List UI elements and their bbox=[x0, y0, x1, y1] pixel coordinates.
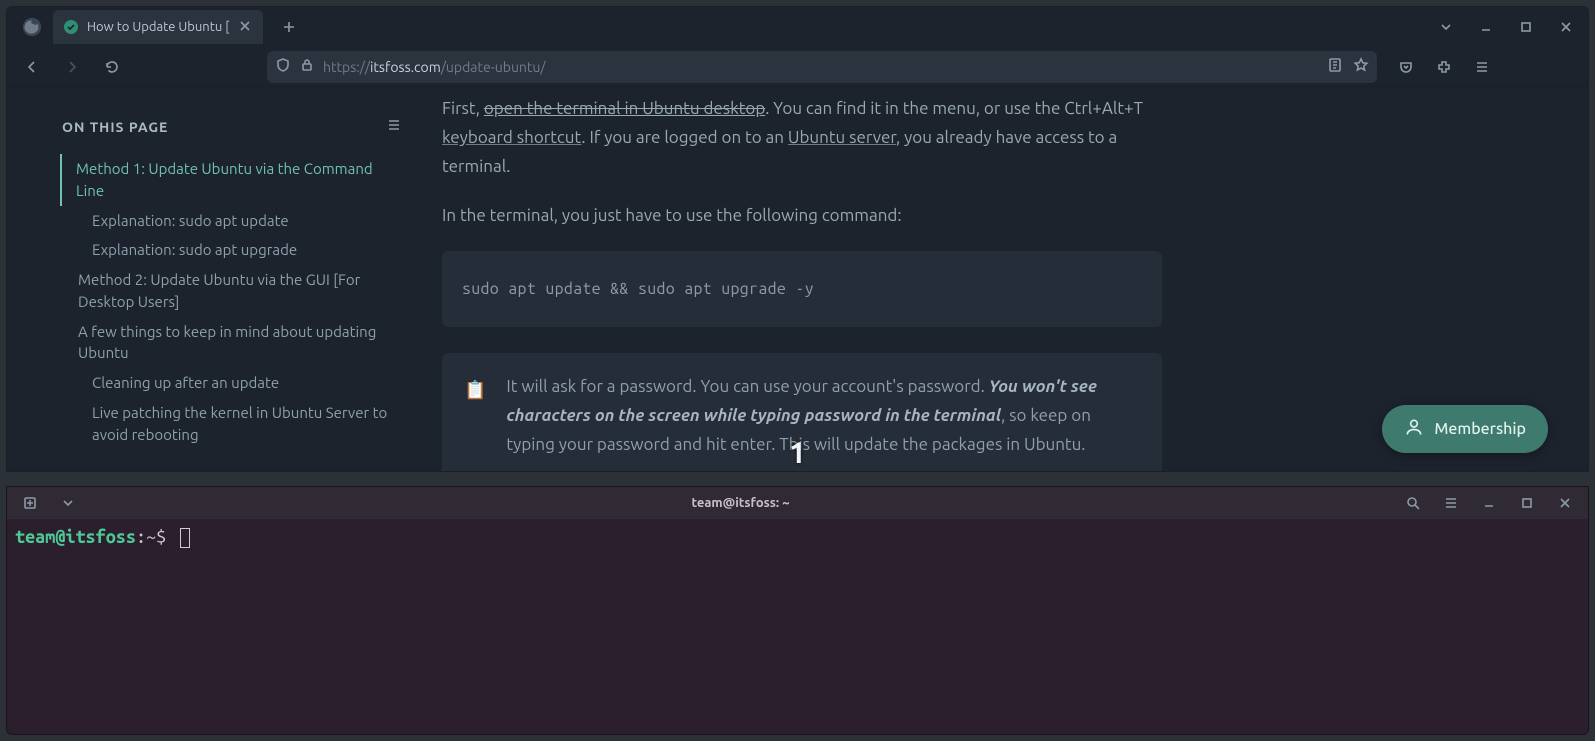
window-close-button[interactable] bbox=[1552, 13, 1580, 41]
toc-item[interactable]: Cleaning up after an update bbox=[62, 368, 402, 398]
window-maximize-button[interactable] bbox=[1512, 13, 1540, 41]
pocket-icon[interactable] bbox=[1391, 52, 1421, 82]
new-tab-button[interactable] bbox=[273, 11, 305, 43]
terminal-prompt-path: ~ bbox=[146, 527, 156, 547]
reader-mode-icon[interactable] bbox=[1327, 57, 1343, 76]
terminal-prompt-dollar: $ bbox=[156, 527, 166, 547]
terminal-body[interactable]: team@itsfoss:~$ bbox=[7, 519, 1588, 734]
clipboard-icon: 📋 bbox=[464, 375, 486, 460]
toc-item[interactable]: Explanation: sudo apt update bbox=[62, 206, 402, 236]
tab-title: How to Update Ubuntu [ bbox=[87, 20, 229, 34]
article-body: First, open the terminal in Ubuntu deskt… bbox=[442, 117, 1162, 471]
article-paragraph: In the terminal, you just have to use th… bbox=[442, 202, 1162, 231]
table-of-contents: ON THIS PAGE Method 1: Update Ubuntu via… bbox=[62, 117, 402, 471]
firefox-logo-icon bbox=[21, 16, 43, 38]
membership-label: Membership bbox=[1434, 420, 1526, 438]
reload-button[interactable] bbox=[97, 52, 127, 82]
terminal-minimize-button[interactable] bbox=[1474, 488, 1504, 518]
shield-icon bbox=[275, 57, 291, 76]
article-text: . You can find it in the menu, or use th… bbox=[765, 99, 1143, 118]
terminal-tab-menu-button[interactable] bbox=[53, 488, 83, 518]
toc-title: ON THIS PAGE bbox=[62, 119, 168, 135]
extensions-icon[interactable] bbox=[1429, 52, 1459, 82]
bookmark-star-icon[interactable] bbox=[1353, 57, 1369, 76]
terminal-cursor bbox=[180, 528, 190, 548]
back-button[interactable] bbox=[17, 52, 47, 82]
link-ubuntu-server[interactable]: Ubuntu server bbox=[788, 128, 896, 147]
toc-toggle-icon[interactable] bbox=[386, 117, 402, 136]
link-open-terminal[interactable]: open the terminal in Ubuntu desktop bbox=[484, 99, 765, 118]
terminal-title: team@itsfoss: ~ bbox=[83, 496, 1398, 510]
toc-item[interactable]: Explanation: sudo apt upgrade bbox=[62, 235, 402, 265]
terminal-titlebar: team@itsfoss: ~ bbox=[7, 487, 1588, 519]
link-keyboard-shortcut[interactable]: keyboard shortcut bbox=[442, 128, 581, 147]
tab-strip: How to Update Ubuntu [ bbox=[7, 7, 1588, 47]
browser-tab[interactable]: How to Update Ubuntu [ bbox=[53, 10, 263, 44]
page-content: ON THIS PAGE Method 1: Update Ubuntu via… bbox=[7, 87, 1588, 471]
toc-item[interactable]: Method 1: Update Ubuntu via the Command … bbox=[60, 154, 402, 206]
toc-item[interactable]: Method 2: Update Ubuntu via the GUI [For… bbox=[62, 265, 402, 317]
membership-button[interactable]: Membership bbox=[1382, 405, 1548, 453]
url-text: https://itsfoss.com/update-ubuntu/ bbox=[323, 59, 1319, 75]
terminal-close-button[interactable] bbox=[1550, 488, 1580, 518]
callout-text: It will ask for a password. You can use … bbox=[506, 377, 988, 396]
article-text: . If you are logged on to an bbox=[581, 128, 787, 147]
terminal-prompt-sep: : bbox=[136, 527, 146, 547]
nav-toolbar: https://itsfoss.com/update-ubuntu/ bbox=[7, 47, 1588, 87]
terminal-menu-button[interactable] bbox=[1436, 488, 1466, 518]
tab-favicon-icon bbox=[63, 19, 79, 35]
toc-item[interactable]: Live patching the kernel in Ubuntu Serve… bbox=[62, 398, 402, 450]
app-menu-icon[interactable] bbox=[1467, 52, 1497, 82]
terminal-maximize-button[interactable] bbox=[1512, 488, 1542, 518]
lock-icon bbox=[299, 57, 315, 76]
terminal-search-button[interactable] bbox=[1398, 488, 1428, 518]
terminal-window: team@itsfoss: ~ team@itsf bbox=[6, 486, 1589, 735]
browser-window: How to Update Ubuntu [ bbox=[6, 6, 1589, 472]
terminal-new-tab-button[interactable] bbox=[15, 488, 45, 518]
list-all-tabs-button[interactable] bbox=[1432, 13, 1460, 41]
overlay-step-number: 1 bbox=[789, 435, 806, 469]
tab-close-button[interactable] bbox=[237, 18, 253, 37]
person-icon bbox=[1404, 417, 1424, 441]
code-block[interactable]: sudo apt update && sudo apt upgrade -y bbox=[442, 251, 1162, 328]
article-text: First, bbox=[442, 99, 484, 118]
toc-item[interactable]: A few things to keep in mind about updat… bbox=[62, 317, 402, 369]
url-bar[interactable]: https://itsfoss.com/update-ubuntu/ bbox=[267, 51, 1377, 83]
forward-button[interactable] bbox=[57, 52, 87, 82]
code-text: sudo apt update && sudo apt upgrade -y bbox=[462, 280, 814, 298]
terminal-prompt-user: team@itsfoss bbox=[15, 527, 136, 547]
window-minimize-button[interactable] bbox=[1472, 13, 1500, 41]
